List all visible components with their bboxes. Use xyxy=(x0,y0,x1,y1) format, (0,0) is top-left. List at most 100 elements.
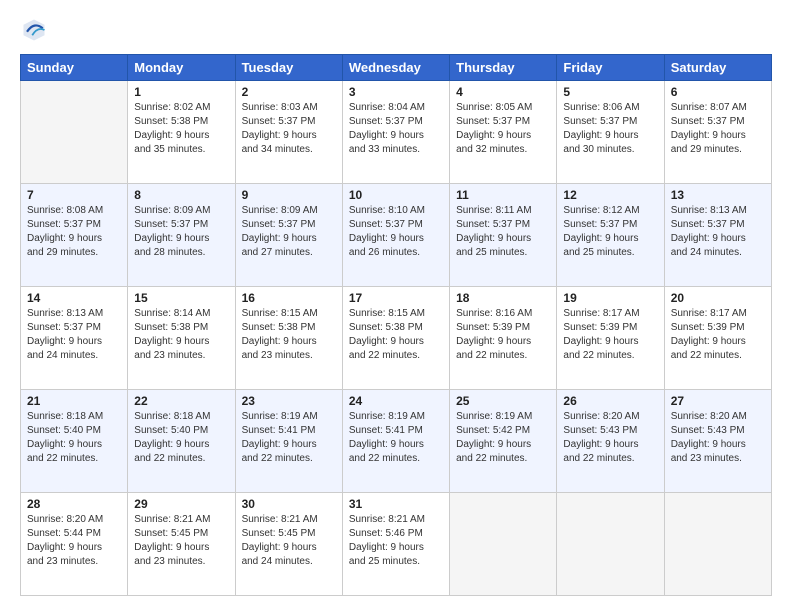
day-number: 9 xyxy=(242,188,336,202)
day-number: 18 xyxy=(456,291,550,305)
calendar-week-row: 21 Sunrise: 8:18 AM Sunset: 5:40 PM Dayli… xyxy=(21,390,772,493)
day-number: 30 xyxy=(242,497,336,511)
day-info: Sunrise: 8:20 AM Sunset: 5:43 PM Dayligh… xyxy=(671,410,765,466)
day-number: 28 xyxy=(27,497,121,511)
day-number: 16 xyxy=(242,291,336,305)
calendar-cell: 26 Sunrise: 8:20 AM Sunset: 5:43 PM Dayli… xyxy=(557,390,664,493)
logo xyxy=(20,16,52,44)
day-number: 19 xyxy=(563,291,657,305)
day-info: Sunrise: 8:19 AM Sunset: 5:41 PM Dayligh… xyxy=(349,410,443,466)
day-info: Sunrise: 8:10 AM Sunset: 5:37 PM Dayligh… xyxy=(349,204,443,260)
calendar-cell: 27 Sunrise: 8:20 AM Sunset: 5:43 PM Dayli… xyxy=(664,390,771,493)
calendar-cell: 24 Sunrise: 8:19 AM Sunset: 5:41 PM Dayli… xyxy=(342,390,449,493)
header xyxy=(20,16,772,44)
day-number: 12 xyxy=(563,188,657,202)
calendar-cell: 19 Sunrise: 8:17 AM Sunset: 5:39 PM Dayli… xyxy=(557,287,664,390)
day-info: Sunrise: 8:14 AM Sunset: 5:38 PM Dayligh… xyxy=(134,307,228,363)
col-header-tuesday: Tuesday xyxy=(235,55,342,81)
calendar-cell: 30 Sunrise: 8:21 AM Sunset: 5:45 PM Dayli… xyxy=(235,493,342,596)
calendar-cell: 1 Sunrise: 8:02 AM Sunset: 5:38 PM Daylig… xyxy=(128,81,235,184)
col-header-monday: Monday xyxy=(128,55,235,81)
calendar-week-row: 28 Sunrise: 8:20 AM Sunset: 5:44 PM Dayli… xyxy=(21,493,772,596)
calendar-table: SundayMondayTuesdayWednesdayThursdayFrid… xyxy=(20,54,772,596)
day-number: 20 xyxy=(671,291,765,305)
calendar-cell: 2 Sunrise: 8:03 AM Sunset: 5:37 PM Daylig… xyxy=(235,81,342,184)
day-number: 6 xyxy=(671,85,765,99)
day-info: Sunrise: 8:19 AM Sunset: 5:41 PM Dayligh… xyxy=(242,410,336,466)
day-info: Sunrise: 8:07 AM Sunset: 5:37 PM Dayligh… xyxy=(671,101,765,157)
calendar-cell: 28 Sunrise: 8:20 AM Sunset: 5:44 PM Dayli… xyxy=(21,493,128,596)
day-info: Sunrise: 8:18 AM Sunset: 5:40 PM Dayligh… xyxy=(134,410,228,466)
day-info: Sunrise: 8:20 AM Sunset: 5:44 PM Dayligh… xyxy=(27,513,121,569)
logo-icon xyxy=(20,16,48,44)
day-number: 21 xyxy=(27,394,121,408)
day-info: Sunrise: 8:15 AM Sunset: 5:38 PM Dayligh… xyxy=(242,307,336,363)
calendar-cell xyxy=(450,493,557,596)
day-number: 22 xyxy=(134,394,228,408)
day-number: 17 xyxy=(349,291,443,305)
day-info: Sunrise: 8:09 AM Sunset: 5:37 PM Dayligh… xyxy=(242,204,336,260)
day-info: Sunrise: 8:02 AM Sunset: 5:38 PM Dayligh… xyxy=(134,101,228,157)
day-info: Sunrise: 8:13 AM Sunset: 5:37 PM Dayligh… xyxy=(27,307,121,363)
calendar-cell: 12 Sunrise: 8:12 AM Sunset: 5:37 PM Dayli… xyxy=(557,184,664,287)
day-number: 27 xyxy=(671,394,765,408)
day-info: Sunrise: 8:09 AM Sunset: 5:37 PM Dayligh… xyxy=(134,204,228,260)
day-info: Sunrise: 8:08 AM Sunset: 5:37 PM Dayligh… xyxy=(27,204,121,260)
calendar-cell: 5Sunrise: 8:06 AM Sunset: 5:37 PM Daylig… xyxy=(557,81,664,184)
calendar-week-row: 7 Sunrise: 8:08 AM Sunset: 5:37 PM Daylig… xyxy=(21,184,772,287)
col-header-wednesday: Wednesday xyxy=(342,55,449,81)
calendar-cell: 18 Sunrise: 8:16 AM Sunset: 5:39 PM Dayli… xyxy=(450,287,557,390)
calendar-cell: 10 Sunrise: 8:10 AM Sunset: 5:37 PM Dayli… xyxy=(342,184,449,287)
calendar-cell: 31 Sunrise: 8:21 AM Sunset: 5:46 PM Dayli… xyxy=(342,493,449,596)
calendar-cell xyxy=(664,493,771,596)
calendar-cell: 17 Sunrise: 8:15 AM Sunset: 5:38 PM Dayli… xyxy=(342,287,449,390)
col-header-saturday: Saturday xyxy=(664,55,771,81)
day-number: 1 xyxy=(134,85,228,99)
calendar-cell: 11 Sunrise: 8:11 AM Sunset: 5:37 PM Dayli… xyxy=(450,184,557,287)
calendar-cell: 23 Sunrise: 8:19 AM Sunset: 5:41 PM Dayli… xyxy=(235,390,342,493)
day-number: 7 xyxy=(27,188,121,202)
calendar-cell: 29Sunrise: 8:21 AM Sunset: 5:45 PM Dayli… xyxy=(128,493,235,596)
day-info: Sunrise: 8:21 AM Sunset: 5:46 PM Dayligh… xyxy=(349,513,443,569)
day-info: Sunrise: 8:05 AM Sunset: 5:37 PM Dayligh… xyxy=(456,101,550,157)
day-number: 11 xyxy=(456,188,550,202)
calendar-cell: 16 Sunrise: 8:15 AM Sunset: 5:38 PM Dayli… xyxy=(235,287,342,390)
day-info: Sunrise: 8:16 AM Sunset: 5:39 PM Dayligh… xyxy=(456,307,550,363)
calendar-cell: 8Sunrise: 8:09 AM Sunset: 5:37 PM Daylig… xyxy=(128,184,235,287)
day-number: 13 xyxy=(671,188,765,202)
calendar-cell: 6 Sunrise: 8:07 AM Sunset: 5:37 PM Daylig… xyxy=(664,81,771,184)
calendar-cell: 4 Sunrise: 8:05 AM Sunset: 5:37 PM Daylig… xyxy=(450,81,557,184)
calendar-cell: 3Sunrise: 8:04 AM Sunset: 5:37 PM Daylig… xyxy=(342,81,449,184)
day-number: 10 xyxy=(349,188,443,202)
calendar-cell: 20 Sunrise: 8:17 AM Sunset: 5:39 PM Dayli… xyxy=(664,287,771,390)
calendar-cell: 22 Sunrise: 8:18 AM Sunset: 5:40 PM Dayli… xyxy=(128,390,235,493)
day-info: Sunrise: 8:13 AM Sunset: 5:37 PM Dayligh… xyxy=(671,204,765,260)
day-info: Sunrise: 8:17 AM Sunset: 5:39 PM Dayligh… xyxy=(671,307,765,363)
day-number: 4 xyxy=(456,85,550,99)
day-info: Sunrise: 8:11 AM Sunset: 5:37 PM Dayligh… xyxy=(456,204,550,260)
col-header-thursday: Thursday xyxy=(450,55,557,81)
calendar-header-row: SundayMondayTuesdayWednesdayThursdayFrid… xyxy=(21,55,772,81)
calendar-cell: 15 Sunrise: 8:14 AM Sunset: 5:38 PM Dayli… xyxy=(128,287,235,390)
day-info: Sunrise: 8:12 AM Sunset: 5:37 PM Dayligh… xyxy=(563,204,657,260)
day-info: Sunrise: 8:20 AM Sunset: 5:43 PM Dayligh… xyxy=(563,410,657,466)
day-number: 2 xyxy=(242,85,336,99)
day-number: 24 xyxy=(349,394,443,408)
day-number: 5 xyxy=(563,85,657,99)
col-header-friday: Friday xyxy=(557,55,664,81)
calendar-cell: 25Sunrise: 8:19 AM Sunset: 5:42 PM Dayli… xyxy=(450,390,557,493)
calendar-cell: 7 Sunrise: 8:08 AM Sunset: 5:37 PM Daylig… xyxy=(21,184,128,287)
calendar-week-row: 1 Sunrise: 8:02 AM Sunset: 5:38 PM Daylig… xyxy=(21,81,772,184)
day-number: 23 xyxy=(242,394,336,408)
day-number: 31 xyxy=(349,497,443,511)
day-info: Sunrise: 8:17 AM Sunset: 5:39 PM Dayligh… xyxy=(563,307,657,363)
day-info: Sunrise: 8:15 AM Sunset: 5:38 PM Dayligh… xyxy=(349,307,443,363)
calendar-cell: 21Sunrise: 8:18 AM Sunset: 5:40 PM Dayli… xyxy=(21,390,128,493)
day-info: Sunrise: 8:19 AM Sunset: 5:42 PM Dayligh… xyxy=(456,410,550,466)
day-number: 15 xyxy=(134,291,228,305)
day-info: Sunrise: 8:21 AM Sunset: 5:45 PM Dayligh… xyxy=(242,513,336,569)
col-header-sunday: Sunday xyxy=(21,55,128,81)
day-info: Sunrise: 8:03 AM Sunset: 5:37 PM Dayligh… xyxy=(242,101,336,157)
day-info: Sunrise: 8:21 AM Sunset: 5:45 PM Dayligh… xyxy=(134,513,228,569)
day-number: 26 xyxy=(563,394,657,408)
